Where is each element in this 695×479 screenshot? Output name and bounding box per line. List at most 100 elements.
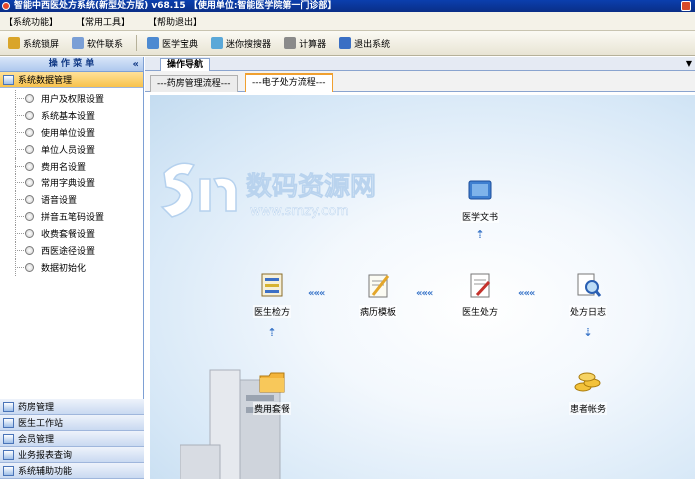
- folder-icon: [3, 433, 14, 444]
- prescription-icon: [470, 273, 491, 298]
- sidebar-item[interactable]: 费用名设置: [0, 157, 143, 175]
- sidebar-group-label: 药房管理: [18, 403, 55, 413]
- calculator-button[interactable]: 计算器: [282, 33, 328, 53]
- arrow-left-icon: «««: [308, 288, 325, 299]
- lock-screen-button[interactable]: 系统锁屏: [6, 33, 61, 53]
- sidebar-item-label: 收费套餐设置: [41, 230, 96, 241]
- node-fee-package[interactable]: 费用套餐: [242, 367, 302, 415]
- bullet-icon: [25, 93, 34, 103]
- sidebar-item[interactable]: 系统基本设置: [0, 106, 143, 124]
- folder-icon: [3, 449, 14, 460]
- calculator-icon: [284, 37, 297, 49]
- node-label: 费用套餐: [252, 402, 291, 415]
- app-icon: [2, 2, 10, 10]
- title-bar: 智能中西医处方系统(新型处方版) v68.15 【使用单位:智能医学院第一门诊部…: [0, 0, 695, 12]
- calculator-label: 计算器: [299, 39, 327, 50]
- sidebar-item[interactable]: 单位人员设置: [0, 140, 143, 158]
- node-doctor-prescription[interactable]: 医生处方: [450, 270, 510, 318]
- tab-operation-navigation[interactable]: 操作导航: [160, 58, 211, 71]
- sidebar-item[interactable]: 西医途径设置: [0, 242, 143, 259]
- bullet-icon: [25, 144, 34, 154]
- node-label: 医学文书: [460, 210, 499, 223]
- arrow-down-icon: ⇣: [583, 326, 593, 339]
- sidebar-group-pharmacy[interactable]: 药房管理: [0, 399, 144, 415]
- tab-eprescription-flow[interactable]: ---电子处方流程---: [245, 73, 333, 92]
- node-doctor-checkup[interactable]: 医生检方: [242, 270, 302, 318]
- watermark-url: www.smzy.com: [250, 204, 349, 219]
- sidebar-item-label: 用户及权限设置: [41, 94, 105, 105]
- arrow-left-icon: «««: [518, 288, 535, 299]
- notepad-pencil-icon: [368, 274, 390, 298]
- sidebar-item[interactable]: 拼音五笔码设置: [0, 208, 143, 226]
- book-icon: [468, 180, 492, 200]
- toolbar: 系统锁屏 软件联系 医学宝典 迷你搜搜器 计算器 退出系统: [0, 31, 695, 56]
- bullet-icon: [25, 195, 34, 205]
- node-medical-text[interactable]: 医学文书: [450, 175, 510, 223]
- sidebar-item[interactable]: 数据初始化: [0, 258, 143, 276]
- sidebar-item-label: 数据初始化: [41, 263, 87, 274]
- bullet-icon: [25, 262, 34, 272]
- sidebar-group-label: 会员管理: [18, 435, 55, 445]
- sidebar-title: 操 作 菜 单: [48, 59, 95, 69]
- sidebar-item[interactable]: 语音设置: [0, 191, 143, 209]
- lock-icon: [8, 37, 20, 49]
- sidebar-item-label: 常用字典设置: [41, 179, 96, 190]
- sidebar-group-label: 系统辅助功能: [18, 467, 73, 477]
- node-patient-account[interactable]: 患者帐务: [558, 367, 618, 415]
- sidebar-group-system-data[interactable]: 系统数据管理: [0, 72, 143, 88]
- menu-system-functions[interactable]: 【系统功能】: [4, 15, 58, 28]
- medical-encyclopedia-button[interactable]: 医学宝典: [145, 33, 200, 53]
- arrow-left-icon: «««: [416, 288, 433, 299]
- sidebar-item[interactable]: 使用单位设置: [0, 123, 143, 141]
- software-contact-label: 软件联系: [87, 39, 124, 50]
- sidebar-header: 操 作 菜 单 «: [0, 57, 143, 72]
- sidebar-item-list: 用户及权限设置 系统基本设置 使用单位设置 单位人员设置 费用名设置 常用字典设…: [0, 88, 143, 276]
- menu-bar: 【系统功能】 【常用工具】 【帮助退出】: [0, 12, 695, 31]
- sidebar-group-members[interactable]: 会员管理: [0, 431, 144, 447]
- node-medical-record[interactable]: 病历模板: [348, 270, 408, 318]
- sidebar: 操 作 菜 单 « 系统数据管理 用户及权限设置 系统基本设置 使用单位设置 单…: [0, 57, 144, 479]
- sidebar-group-reports[interactable]: 业务报表查询: [0, 447, 144, 463]
- folder-icon: [3, 465, 14, 476]
- sidebar-group-label: 系统数据管理: [18, 76, 73, 86]
- sidebar-item-label: 使用单位设置: [41, 128, 96, 139]
- sidebar-item[interactable]: 常用字典设置: [0, 174, 143, 192]
- sidebar-item-label: 语音设置: [41, 196, 78, 207]
- sidebar-group-aux-functions[interactable]: 系统辅助功能: [0, 463, 144, 479]
- bullet-icon: [25, 229, 34, 239]
- sidebar-group-doctor-workstation[interactable]: 医生工作站: [0, 415, 144, 431]
- folder-icon: [259, 372, 285, 393]
- search-icon: [211, 37, 224, 49]
- folder-icon: [3, 401, 14, 412]
- collapse-icon[interactable]: «: [133, 57, 139, 72]
- folder-icon: [3, 74, 14, 85]
- node-label: 医生处方: [460, 305, 499, 318]
- subtab-strip: ---药房管理流程--- ---电子处方流程---: [145, 71, 695, 92]
- mini-search-label: 迷你搜搜器: [226, 39, 272, 50]
- contact-icon: [72, 37, 85, 49]
- watermark-logo: 数码资源网 www.smzy.com: [160, 162, 376, 219]
- sidebar-item-label: 系统基本设置: [41, 111, 96, 122]
- mini-search-button[interactable]: 迷你搜搜器: [209, 33, 273, 53]
- sidebar-item-label: 拼音五笔码设置: [41, 213, 105, 224]
- watermark-title: 数码资源网: [246, 172, 376, 202]
- checklist-icon: [261, 273, 283, 297]
- arrow-up-icon: ⇡: [267, 326, 277, 339]
- medical-encyclopedia-label: 医学宝典: [162, 39, 199, 50]
- sidebar-group-label: 医生工作站: [18, 419, 64, 429]
- menu-help-exit[interactable]: 【帮助退出】: [148, 15, 202, 28]
- close-icon[interactable]: [681, 1, 691, 11]
- bullet-icon: [25, 161, 34, 171]
- sidebar-item[interactable]: 用户及权限设置: [0, 90, 143, 107]
- node-label: 医生检方: [252, 305, 291, 318]
- dropdown-arrow-icon[interactable]: ▼: [686, 59, 692, 68]
- exit-system-button[interactable]: 退出系统: [337, 33, 392, 53]
- sidebar-item-label: 费用名设置: [41, 162, 87, 173]
- node-prescription-log[interactable]: 处方日志: [558, 270, 618, 318]
- menu-common-tools[interactable]: 【常用工具】: [76, 15, 130, 28]
- software-contact-button[interactable]: 软件联系: [70, 33, 125, 53]
- sidebar-item[interactable]: 收费套餐设置: [0, 225, 143, 242]
- bullet-icon: [25, 110, 34, 120]
- tab-pharmacy-flow[interactable]: ---药房管理流程---: [150, 75, 238, 92]
- bullet-icon: [25, 212, 34, 222]
